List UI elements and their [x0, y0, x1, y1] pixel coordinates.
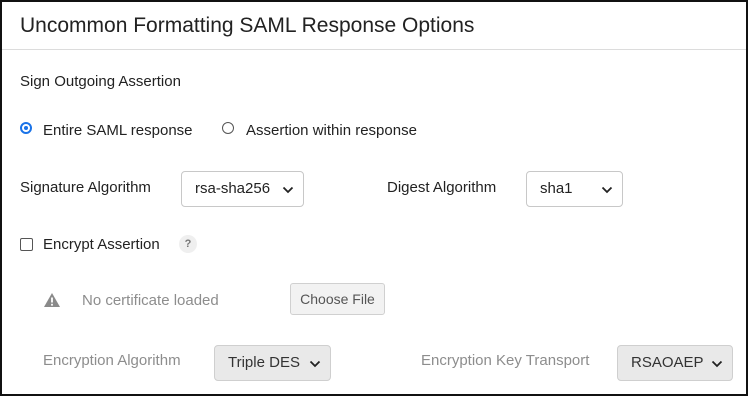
- radio-assertion-within-response-label[interactable]: Assertion within response: [246, 122, 417, 139]
- radio-entire-saml-response[interactable]: [20, 122, 32, 134]
- encryption-key-transport-label: Encryption Key Transport: [421, 352, 590, 369]
- encrypt-assertion-label[interactable]: Encrypt Assertion: [43, 236, 160, 253]
- radio-assertion-within-response[interactable]: [222, 122, 234, 134]
- digest-algorithm-select[interactable]: sha1: [526, 171, 623, 207]
- chevron-down-icon: [711, 360, 723, 368]
- signature-algorithm-select[interactable]: rsa-sha256: [181, 171, 304, 207]
- radio-entire-saml-response-label[interactable]: Entire SAML response: [43, 122, 193, 139]
- panel-title: Uncommon Formatting SAML Response Option…: [20, 14, 475, 37]
- sign-outgoing-label: Sign Outgoing Assertion: [20, 73, 181, 90]
- certificate-status: No certificate loaded: [82, 292, 219, 309]
- chevron-down-icon: [601, 186, 613, 194]
- encryption-algorithm-label: Encryption Algorithm: [43, 352, 181, 369]
- chevron-down-icon: [309, 360, 321, 368]
- title-divider: [2, 49, 746, 50]
- help-icon[interactable]: ?: [179, 235, 197, 253]
- encryption-algorithm-value: Triple DES: [228, 354, 300, 371]
- encryption-key-transport-select[interactable]: RSAOAEP: [617, 345, 733, 381]
- signature-algorithm-value: rsa-sha256: [195, 180, 271, 197]
- digest-algorithm-value: sha1: [540, 180, 573, 197]
- signature-algorithm-label: Signature Algorithm: [20, 179, 151, 196]
- encrypt-assertion-checkbox[interactable]: [20, 238, 33, 251]
- saml-options-panel: Uncommon Formatting SAML Response Option…: [0, 0, 748, 396]
- encryption-key-transport-value: RSAOAEP: [631, 354, 704, 371]
- warning-icon: [44, 293, 60, 307]
- digest-algorithm-label: Digest Algorithm: [387, 179, 497, 196]
- chevron-down-icon: [282, 186, 294, 194]
- choose-file-button[interactable]: Choose File: [290, 283, 385, 315]
- encryption-algorithm-select[interactable]: Triple DES: [214, 345, 331, 381]
